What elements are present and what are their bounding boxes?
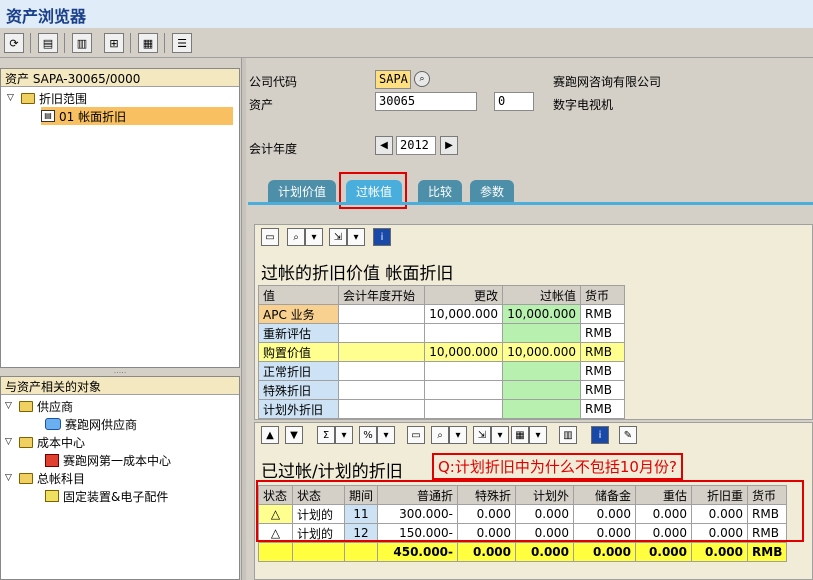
col-year-start: 会计年度开始 [338,285,425,305]
folder-icon [21,92,35,104]
match-code-icon[interactable]: ⌕ [414,71,430,87]
posted-values-title: 过帐的折旧价值 帐面折旧 [261,264,454,284]
export-icon[interactable]: ⊞ [104,33,124,53]
tab-planned-values[interactable]: 计划价值 [268,180,337,202]
subtotal-icon[interactable]: % [359,426,377,444]
collapse-icon[interactable]: ▽ [5,401,15,411]
tree-node-gl[interactable]: ▽ 总帐科目 [5,469,85,487]
panel-splitter[interactable]: ..... [0,367,240,376]
main-toolbar: ⟳ ▤ ▥ ⊞ ▦ ☰ [0,28,813,58]
posted-values-toolbar: ▭ ⌕ ▾ ⇲ ▾ i [255,225,812,251]
dropdown-icon[interactable]: ▾ [449,426,467,444]
grid-icon[interactable]: ▦ [138,33,158,53]
dropdown-icon[interactable]: ▾ [491,426,509,444]
folder-icon [19,436,33,448]
table-highlight-box [256,480,804,542]
related-objects-panel: 与资产相关的对象 ▽ 供应商 赛跑网供应商 ▽ 成本中心 赛跑网第一成本中心 ▽… [0,376,240,580]
posted-values-table: 值 会计年度开始 更改 过帐值 货币 APC 业务 10,000.000 10,… [258,285,625,419]
dropdown-icon[interactable]: ▾ [305,228,323,246]
filter-icon[interactable]: ▼ [285,426,303,444]
col-posted: 过帐值 [502,285,581,305]
depreciation-title: 已过帐/计划的折旧 [261,462,403,482]
tab-underline [248,202,813,205]
chart-icon[interactable]: ▥ [559,426,577,444]
info-icon[interactable]: i [591,426,609,444]
vertical-splitter[interactable] [241,58,246,580]
company-code-field[interactable]: SAPA [375,70,411,89]
tab-parameters[interactable]: 参数 [470,180,515,202]
next-year-button[interactable]: ▶ [440,136,458,155]
table-row[interactable]: 计划外折旧 RMB [258,399,625,419]
col-currency: 货币 [580,285,625,305]
tree-node-costcenter[interactable]: ▽ 成本中心 [5,433,85,451]
report-icon[interactable]: ▥ [72,33,92,53]
sort-icon[interactable]: ▲ [261,426,279,444]
print-icon[interactable]: ▭ [261,228,279,246]
tree-node-costcenter-item[interactable]: 赛跑网第一成本中心 [45,451,171,469]
folder-icon [19,400,33,412]
company-name: 赛跑网咨询有限公司 [553,75,662,89]
dropdown-icon[interactable]: ▾ [377,426,395,444]
fiscal-year-label: 会计年度 [249,142,298,156]
table-row[interactable]: 重新评估 RMB [258,323,625,343]
table-row[interactable]: 特殊折旧 RMB [258,380,625,400]
tab-comparison[interactable]: 比较 [418,180,463,202]
asset-name: 数字电视机 [553,98,614,112]
truck-icon [45,418,61,430]
related-objects-header: 与资产相关的对象 [1,377,239,395]
layout-icon[interactable]: ▦ [511,426,529,444]
dropdown-icon[interactable]: ▾ [529,426,547,444]
export-icon[interactable]: ⇲ [329,228,347,246]
collapse-icon[interactable]: ▽ [7,93,17,103]
asset-subnumber-field[interactable]: 0 [494,92,534,111]
sum-row: 450.000- 0.000 0.000 0.000 0.000 0.000 R… [258,542,788,562]
cost-center-icon [45,453,59,467]
collapse-icon[interactable]: ▽ [5,473,15,483]
collapse-icon[interactable]: ▽ [5,437,15,447]
depreciation-toolbar: ▲ ▼ Σ ▾ % ▾ ▭ ⌕ ▾ ⇲ ▾ ▦ ▾ ▥ i ✎ [255,423,812,449]
info-icon[interactable]: i [373,228,391,246]
prev-year-button[interactable]: ◀ [375,136,393,155]
dropdown-icon[interactable]: ▾ [347,228,365,246]
fiscal-year-field[interactable]: 2012 [396,136,436,155]
table-row[interactable]: APC 业务 10,000.000 10,000.000 RMB [258,304,625,324]
refresh-icon[interactable]: ⟳ [4,33,24,53]
gl-account-icon [45,490,59,502]
tree-node-vendor[interactable]: ▽ 供应商 [5,397,73,415]
tree-node-gl-item[interactable]: 固定装置&电子配件 [45,487,168,505]
export-icon[interactable]: ⇲ [473,426,491,444]
tree-node-vendor-item[interactable]: 赛跑网供应商 [45,415,137,433]
asset-number-field[interactable]: 30065 [375,92,477,111]
question-annotation: Q:计划折旧中为什么不包括10月份? [432,453,683,480]
search-icon[interactable]: ⌕ [287,228,305,246]
col-value: 值 [258,285,339,305]
asset-label: 资产 [249,98,274,112]
col-change: 更改 [424,285,503,305]
table-icon: ▤ [41,110,55,122]
tree-node-book-depr[interactable]: ▤ 01 帐面折旧 [41,107,233,125]
folder-icon [19,472,33,484]
table-row[interactable]: 购置价值 10,000.000 10,000.000 RMB [258,342,625,362]
title-bar: 资产浏览器 [0,0,813,28]
dropdown-icon[interactable]: ▾ [335,426,353,444]
layout-icon[interactable]: ▤ [38,33,58,53]
tree-node-depr-areas[interactable]: ▽ 折旧范围 [7,89,87,107]
window-title: 资产浏览器 [6,7,87,26]
print-icon[interactable]: ▭ [407,426,425,444]
table-row[interactable]: 正常折旧 RMB [258,361,625,381]
asset-tree-panel: 资产 SAPA-30065/0000 ▽ 折旧范围 ▤ 01 帐面折旧 [0,68,240,368]
company-code-label: 公司代码 [249,75,298,89]
sum-icon[interactable]: Σ [317,426,335,444]
search-icon[interactable]: ⌕ [431,426,449,444]
asset-tree-header: 资产 SAPA-30065/0000 [1,69,239,87]
list-icon[interactable]: ☰ [172,33,192,53]
note-icon[interactable]: ✎ [619,426,637,444]
